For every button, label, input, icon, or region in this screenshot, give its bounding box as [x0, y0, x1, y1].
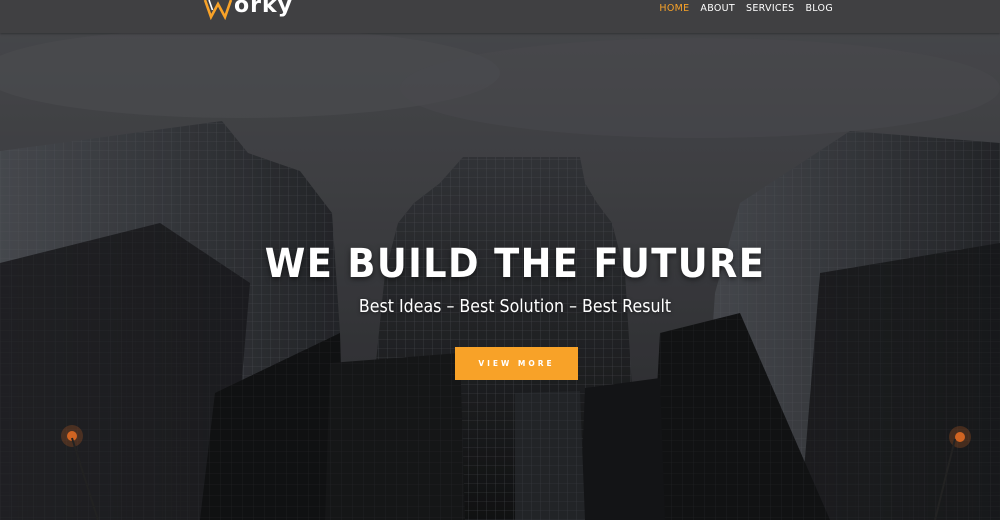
view-more-button[interactable]: VIEW MORE [455, 347, 578, 380]
hero-title: WE BUILD THE FUTURE [264, 241, 766, 287]
nav-about[interactable]: ABOUT [700, 3, 735, 14]
header-bar: orky HOME ABOUT SERVICES BLOG [0, 0, 1000, 33]
page: orky HOME ABOUT SERVICES BLOG WE BUILD T… [0, 0, 1000, 520]
logo-w-icon [203, 0, 233, 20]
nav-blog[interactable]: BLOG [805, 3, 833, 14]
hero-subtitle: Best Ideas – Best Solution – Best Result [358, 296, 672, 317]
main-nav: HOME ABOUT SERVICES BLOG [659, 0, 833, 16]
hero-section: WE BUILD THE FUTURE Best Ideas – Best So… [0, 33, 1000, 520]
logo[interactable]: orky [203, 0, 293, 20]
nav-home[interactable]: HOME [659, 3, 689, 14]
nav-services[interactable]: SERVICES [746, 3, 794, 14]
logo-text: orky [234, 0, 293, 18]
